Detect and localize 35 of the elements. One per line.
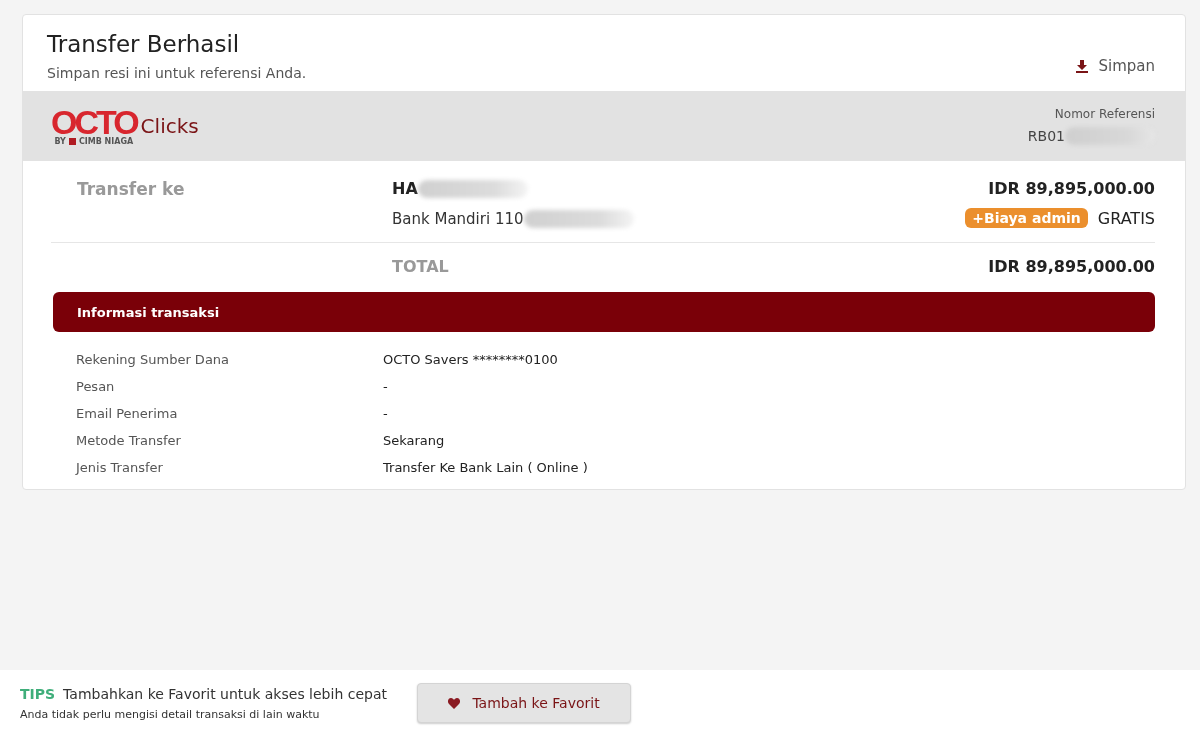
fee-badge: +Biaya admin [965, 208, 1088, 228]
product-name: Clicks [140, 113, 199, 138]
transfer-amount: IDR 89,895,000.00 [988, 179, 1155, 198]
info-label: Pesan [76, 379, 116, 394]
recipient-name: HA [392, 179, 418, 198]
info-label: Jenis Transfer [76, 460, 164, 475]
info-label: Email Penerima [76, 406, 179, 421]
total-amount: IDR 89,895,000.00 [988, 257, 1155, 276]
favorite-button[interactable]: Tambah ke Favorit [417, 683, 631, 723]
page-title: Transfer Berhasil [47, 31, 241, 57]
tips-note: Anda tidak perlu mengisi detail transaksi di lain waktu [20, 707, 321, 721]
info-value: - [383, 406, 388, 421]
tips-tag: TIPS [20, 685, 56, 702]
download-icon [1076, 59, 1089, 73]
reference-label: Nomor Referensi [1053, 107, 1155, 121]
bank-logo-icon [68, 137, 76, 145]
logo-wordmark: OCTO [51, 106, 137, 137]
info-value: Sekarang [383, 433, 445, 448]
info-label: Metode Transfer [76, 433, 182, 448]
heart-icon [448, 697, 461, 709]
recipient-account: Bank Mandiri 110 [392, 210, 524, 228]
transfer-label: Transfer ke [77, 179, 186, 201]
section-title: Informasi transaksi [77, 304, 220, 320]
info-value: Transfer Ke Bank Lain ( Online ) [383, 460, 588, 475]
info-value: OCTO Savers ********0100 [383, 352, 558, 367]
bank-name: CIMB NIAGA [78, 136, 134, 146]
tips-headline: Tambahkan ke Favorit untuk akses lebih cepat [63, 685, 387, 702]
save-button[interactable]: Simpan [1076, 57, 1155, 75]
fee-value: GRATIS [1097, 208, 1155, 228]
info-value: - [383, 379, 388, 394]
logo-by: BY [54, 136, 66, 146]
info-label: Rekening Sumber Dana [76, 352, 231, 367]
total-label: TOTAL [392, 257, 450, 276]
page-subtitle: Simpan resi ini untuk referensi Anda. [47, 65, 307, 81]
reference-number: RB01 [1027, 128, 1065, 144]
